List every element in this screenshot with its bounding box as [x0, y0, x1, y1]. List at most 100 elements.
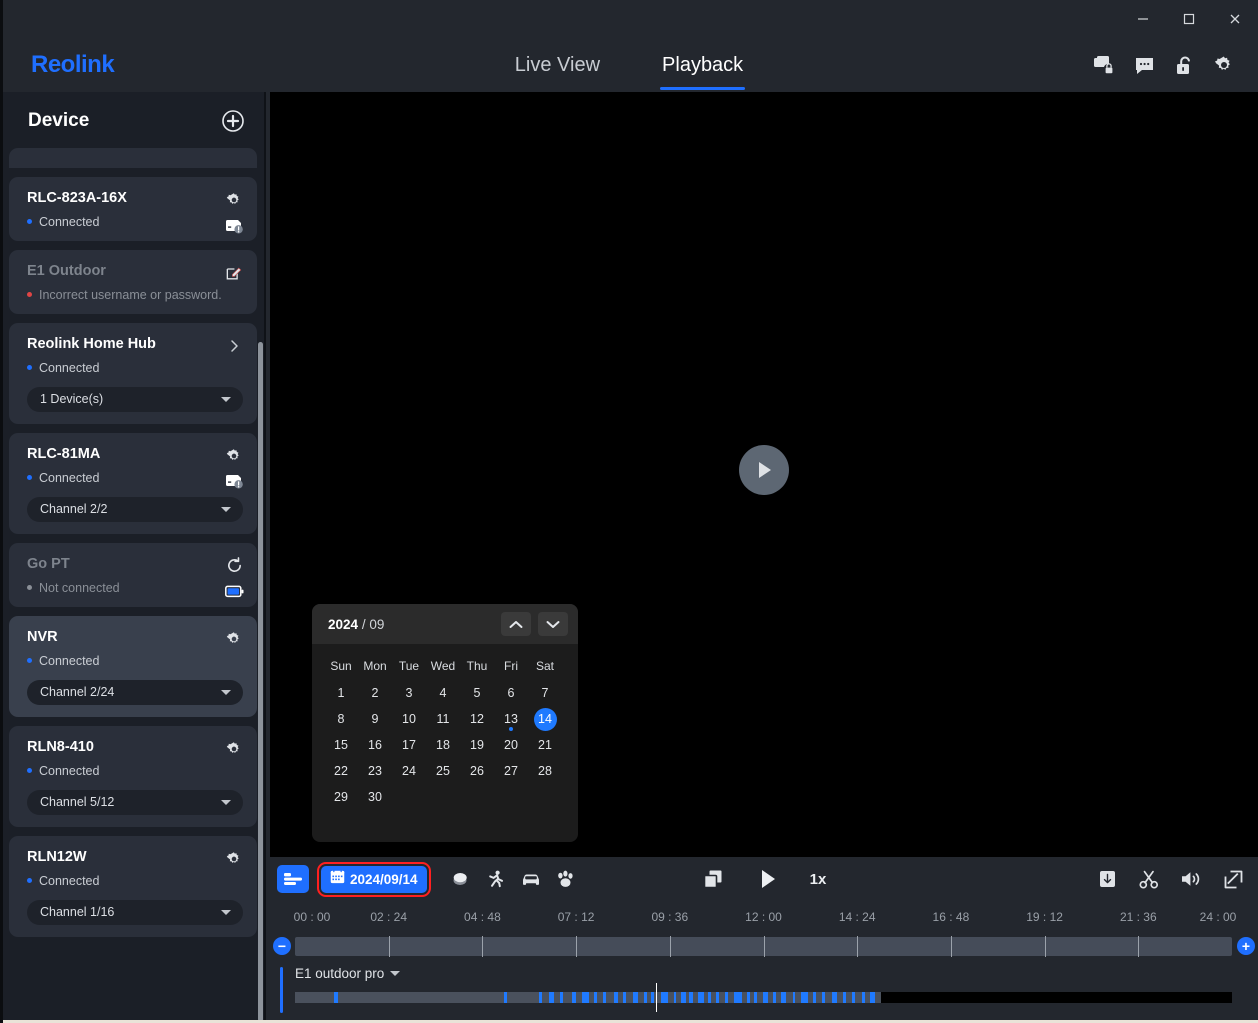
minimize-button[interactable]	[1120, 4, 1166, 34]
sidebar-divider	[264, 92, 266, 1023]
calendar-day[interactable]: 12	[460, 706, 494, 732]
timeline-track[interactable]	[295, 936, 1232, 957]
fullscreen-icon[interactable]	[1222, 868, 1244, 890]
device-status-label: Incorrect username or password.	[39, 287, 222, 302]
calendar-day[interactable]: 28	[528, 758, 562, 784]
play-icon[interactable]	[739, 445, 789, 495]
device-card-rlc-81ma[interactable]: RLC-81MA Connected Channel 2/2	[9, 432, 257, 534]
maximize-button[interactable]	[1166, 4, 1212, 34]
calendar-day[interactable]: 21	[528, 732, 562, 758]
tab-live-view[interactable]: Live View	[513, 50, 602, 81]
channel-select[interactable]: Channel 2/24	[27, 679, 243, 705]
timeline-playhead[interactable]	[655, 983, 657, 1012]
gear-icon[interactable]	[225, 191, 243, 209]
download-box-icon[interactable]	[1096, 868, 1118, 890]
tab-playback[interactable]: Playback	[660, 50, 746, 90]
person-filter-icon[interactable]	[486, 869, 506, 889]
calendar-day[interactable]: 2	[358, 680, 392, 706]
unlock-icon[interactable]	[1172, 53, 1196, 77]
list-view-icon[interactable]	[277, 865, 309, 893]
calendar-day[interactable]: 10	[392, 706, 426, 732]
calendar-day[interactable]: 11	[426, 706, 460, 732]
multi-window-icon[interactable]	[702, 867, 726, 891]
channel-select[interactable]: Channel 1/16	[27, 899, 243, 925]
calendar-day[interactable]: 3	[392, 680, 426, 706]
channel-selector[interactable]: E1 outdoor pro	[295, 961, 1258, 981]
edit-icon[interactable]	[225, 264, 243, 282]
calendar-day[interactable]: 1	[324, 680, 358, 706]
calendar-day-with-event[interactable]: 13	[494, 706, 528, 732]
timeline-zoom-out-button[interactable]: −	[273, 937, 291, 955]
channel-select[interactable]: Channel 5/12	[27, 789, 243, 815]
event-segment	[572, 992, 577, 1003]
device-card-rln8-410[interactable]: RLN8-410 Connected Channel 5/12	[9, 725, 257, 827]
device-card-e1-outdoor[interactable]: E1 Outdoor Incorrect username or passwor…	[9, 249, 257, 314]
chat-icon[interactable]	[1132, 53, 1156, 77]
calendar-day[interactable]: 6	[494, 680, 528, 706]
calendar-day[interactable]: 25	[426, 758, 460, 784]
window-left-edge	[0, 0, 3, 1023]
calendar-day[interactable]: 22	[324, 758, 358, 784]
calendar-day-empty	[426, 784, 460, 810]
weekday-fri: Fri	[504, 659, 518, 673]
calendar-day[interactable]: 24	[392, 758, 426, 784]
gear-icon[interactable]	[225, 740, 243, 758]
app-header: Reolink Live View Playback	[0, 38, 1258, 92]
calendar-day[interactable]: 26	[460, 758, 494, 784]
device-name: RLN8-410	[27, 738, 94, 755]
timeline-tick-labels: 00 : 00 02 : 24 04 : 48 07 : 12 09 : 36 12 : …	[270, 901, 1258, 933]
motion-filter-icon[interactable]	[451, 869, 471, 889]
gear-icon[interactable]	[225, 850, 243, 868]
calendar-prev-button[interactable]	[501, 612, 531, 636]
calendar-year-month: 2024 / 09	[328, 617, 494, 632]
volume-icon[interactable]	[1180, 868, 1202, 890]
calendar-day[interactable]: 29	[324, 784, 358, 810]
channel-recording-track[interactable]	[295, 983, 1232, 1012]
device-list[interactable]: RLC-823A-16X Connected E1 Outdoor Incorr…	[0, 148, 266, 1023]
playback-speed-label[interactable]: 1x	[810, 871, 827, 888]
calendar-day[interactable]: 20	[494, 732, 528, 758]
calendar-day[interactable]: 19	[460, 732, 494, 758]
date-picker-popup[interactable]: 2024 / 09 Sun Mon Tue Wed Thu Fri Sat 1 …	[312, 604, 578, 842]
date-selector-button[interactable]: 2024/09/14	[317, 861, 431, 897]
channel-select[interactable]: 1 Device(s)	[27, 386, 243, 412]
gear-icon[interactable]	[225, 630, 243, 648]
device-card-go-pt[interactable]: Go PT Not connected	[9, 542, 257, 607]
timeline-zoom-in-button[interactable]: +	[1237, 937, 1255, 955]
chevron-right-icon[interactable]	[225, 337, 243, 355]
sidebar-scrollbar[interactable]	[258, 342, 263, 1022]
sd-card-alert-icon[interactable]	[224, 473, 244, 491]
screen-lock-icon[interactable]	[1092, 53, 1116, 77]
close-button[interactable]	[1212, 4, 1258, 34]
calendar-day-selected[interactable]: 14	[528, 706, 562, 732]
calendar-day[interactable]: 9	[358, 706, 392, 732]
device-card-nvr[interactable]: NVR Connected Channel 2/24	[9, 615, 257, 717]
header-icon-group	[1092, 38, 1236, 92]
calendar-day[interactable]: 4	[426, 680, 460, 706]
pet-filter-icon[interactable]	[556, 869, 576, 889]
calendar-day[interactable]: 27	[494, 758, 528, 784]
calendar-day[interactable]: 5	[460, 680, 494, 706]
calendar-day[interactable]: 17	[392, 732, 426, 758]
calendar-day[interactable]: 30	[358, 784, 392, 810]
vehicle-filter-icon[interactable]	[521, 869, 541, 889]
device-card-partial[interactable]	[9, 148, 257, 168]
gear-icon[interactable]	[225, 447, 243, 465]
calendar-next-button[interactable]	[538, 612, 568, 636]
channel-select[interactable]: Channel 2/2	[27, 496, 243, 522]
calendar-day[interactable]: 8	[324, 706, 358, 732]
add-device-button[interactable]	[222, 110, 244, 132]
calendar-day[interactable]: 16	[358, 732, 392, 758]
calendar-day[interactable]: 23	[358, 758, 392, 784]
device-card-reolink-home-hub[interactable]: Reolink Home Hub Connected 1 Device(s)	[9, 322, 257, 424]
gear-icon[interactable]	[1212, 53, 1236, 77]
refresh-icon[interactable]	[225, 557, 243, 575]
calendar-day[interactable]: 7	[528, 680, 562, 706]
calendar-day[interactable]: 18	[426, 732, 460, 758]
sd-card-alert-icon[interactable]	[224, 217, 244, 235]
device-card-rln12w[interactable]: RLN12W Connected Channel 1/16	[9, 835, 257, 937]
scissors-icon[interactable]	[1138, 868, 1160, 890]
device-card-rlc-823a-16x[interactable]: RLC-823A-16X Connected	[9, 177, 257, 241]
calendar-day[interactable]: 15	[324, 732, 358, 758]
play-button[interactable]	[756, 867, 780, 891]
